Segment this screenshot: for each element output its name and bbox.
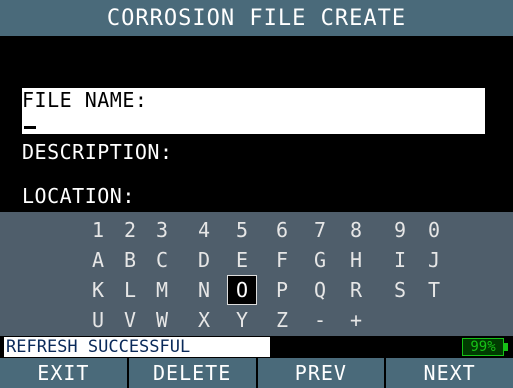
key-s[interactable]: S <box>386 276 414 304</box>
key-n[interactable]: N <box>190 276 218 304</box>
next-button[interactable]: NEXT <box>386 358 513 388</box>
status-bar: REFRESH SUCCESSFUL 99% <box>0 336 513 358</box>
key-e[interactable]: E <box>228 246 256 274</box>
device-screen: CORROSION FILE CREATE FILE NAME: DESCRIP… <box>0 0 513 388</box>
key-g[interactable]: G <box>306 246 334 274</box>
key-3[interactable]: 3 <box>148 216 176 244</box>
key-plus[interactable]: + <box>342 306 370 334</box>
key-h[interactable]: H <box>342 246 370 274</box>
key-k[interactable]: K <box>84 276 112 304</box>
key-6[interactable]: 6 <box>268 216 296 244</box>
key-c[interactable]: C <box>148 246 176 274</box>
key-j[interactable]: J <box>420 246 448 274</box>
key-y[interactable]: Y <box>228 306 256 334</box>
key-t[interactable]: T <box>420 276 448 304</box>
key-r[interactable]: R <box>342 276 370 304</box>
prev-button[interactable]: PREV <box>258 358 387 388</box>
key-p[interactable]: P <box>268 276 296 304</box>
screen-title: CORROSION FILE CREATE <box>0 0 513 36</box>
key-7[interactable]: 7 <box>306 216 334 244</box>
key-l[interactable]: L <box>116 276 144 304</box>
key-u[interactable]: U <box>84 306 112 334</box>
text-cursor <box>24 126 36 129</box>
key-d[interactable]: D <box>190 246 218 274</box>
keyboard-row: KLMNOPQRST <box>0 275 513 305</box>
battery-icon-tip <box>504 343 508 351</box>
key-i[interactable]: I <box>386 246 414 274</box>
key-a[interactable]: A <box>84 246 112 274</box>
key-q[interactable]: Q <box>306 276 334 304</box>
key-b[interactable]: B <box>116 246 144 274</box>
description-label[interactable]: DESCRIPTION: <box>22 140 173 164</box>
file-create-form: FILE NAME: DESCRIPTION: LOCATION: <box>0 36 513 212</box>
key-9[interactable]: 9 <box>386 216 414 244</box>
key-8[interactable]: 8 <box>342 216 370 244</box>
battery-indicator: 99% <box>462 338 504 356</box>
softkey-bar: EXIT DELETE PREV NEXT <box>0 358 513 388</box>
status-message: REFRESH SUCCESSFUL <box>4 337 270 357</box>
keyboard-row: ABCDEFGHIJ <box>0 246 513 274</box>
key-minus[interactable]: - <box>306 306 334 334</box>
key-o[interactable]: O <box>227 275 257 305</box>
location-label[interactable]: LOCATION: <box>22 184 135 208</box>
on-screen-keyboard: 1 2 3 4 5 6 7 8 9 0 A B C D E F G H I J K L M N O P Q R S T U V W X Y Z - + <box>0 212 513 336</box>
key-x[interactable]: X <box>190 306 218 334</box>
key-4[interactable]: 4 <box>190 216 218 244</box>
key-w[interactable]: W <box>148 306 176 334</box>
delete-button[interactable]: DELETE <box>129 358 258 388</box>
key-5[interactable]: 5 <box>228 216 256 244</box>
keyboard-row: 1234567890 <box>0 216 513 244</box>
key-z[interactable]: Z <box>268 306 296 334</box>
key-v[interactable]: V <box>116 306 144 334</box>
key-1[interactable]: 1 <box>84 216 112 244</box>
key-m[interactable]: M <box>148 276 176 304</box>
file-name-label: FILE NAME: <box>22 88 148 112</box>
key-f[interactable]: F <box>268 246 296 274</box>
exit-button[interactable]: EXIT <box>0 358 129 388</box>
key-2[interactable]: 2 <box>116 216 144 244</box>
keyboard-row: U V W X Y Z - + <box>0 306 513 334</box>
key-0[interactable]: 0 <box>420 216 448 244</box>
